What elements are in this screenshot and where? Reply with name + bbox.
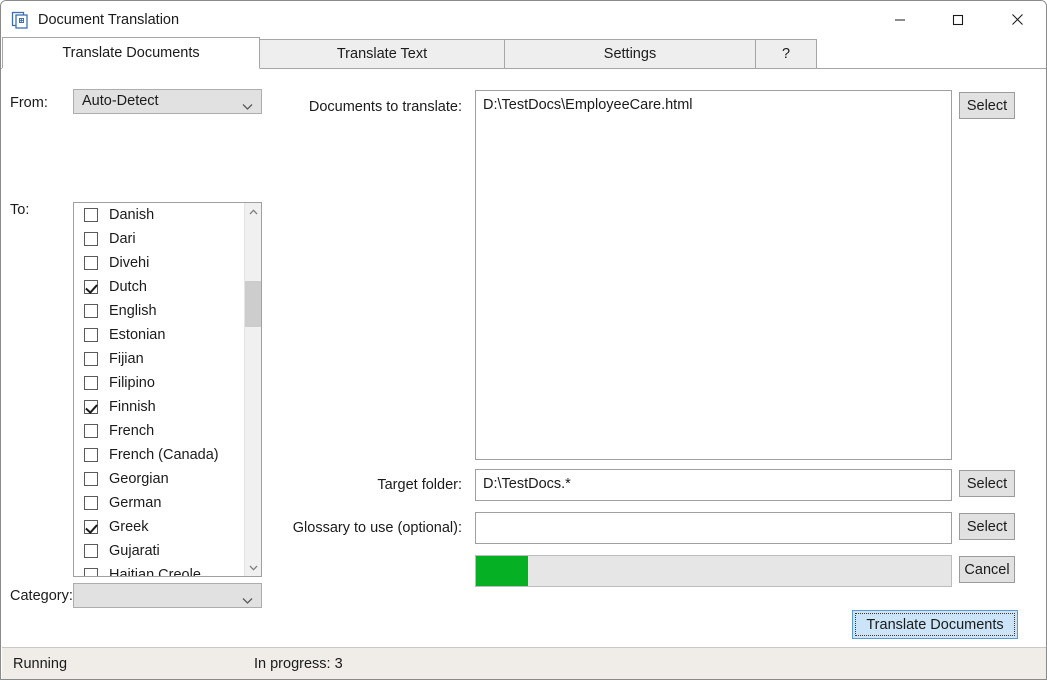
language-item[interactable]: French	[74, 419, 244, 443]
translation-progress-bar	[475, 555, 952, 587]
language-label: Greek	[109, 519, 149, 535]
language-item[interactable]: Estonian	[74, 323, 244, 347]
documents-listbox[interactable]: D:\TestDocs\EmployeeCare.html	[475, 90, 952, 460]
documents-label: Documents to translate:	[172, 99, 462, 115]
language-checkbox[interactable]	[84, 448, 98, 462]
language-label: Filipino	[109, 375, 155, 391]
language-item[interactable]: Gujarati	[74, 539, 244, 563]
language-item[interactable]: German	[74, 491, 244, 515]
language-checkbox[interactable]	[84, 472, 98, 486]
language-label: Estonian	[109, 327, 165, 343]
from-label: From:	[10, 95, 48, 111]
language-checkbox[interactable]	[84, 256, 98, 270]
tab-help[interactable]: ?	[755, 39, 817, 69]
category-select[interactable]	[73, 583, 262, 608]
tab-strip: Translate Documents Translate Text Setti…	[2, 39, 1047, 69]
documents-icon	[10, 10, 30, 30]
language-label: German	[109, 495, 161, 511]
scrollbar-thumb[interactable]	[245, 281, 262, 327]
target-folder-label: Target folder:	[172, 477, 462, 493]
language-label: Divehi	[109, 255, 149, 271]
language-item[interactable]: Filipino	[74, 371, 244, 395]
category-label: Category:	[10, 588, 73, 604]
language-checkbox[interactable]	[84, 568, 98, 577]
cancel-button[interactable]: Cancel	[959, 556, 1015, 583]
select-target-folder-button[interactable]: Select	[959, 470, 1015, 497]
language-item[interactable]: French (Canada)	[74, 443, 244, 467]
language-checkbox[interactable]	[84, 208, 98, 222]
glossary-input[interactable]	[475, 512, 952, 544]
language-item[interactable]: Finnish	[74, 395, 244, 419]
language-checkbox[interactable]	[84, 352, 98, 366]
translate-documents-pane: From: Auto-Detect To: Danish Dari Divehi Du…	[2, 69, 1047, 647]
window-title: Document Translation	[38, 10, 179, 30]
tab-translate-text[interactable]: Translate Text	[259, 39, 505, 69]
close-button[interactable]	[994, 1, 1040, 38]
language-label: Dutch	[109, 279, 147, 295]
language-label: Dari	[109, 231, 136, 247]
source-language-value: Auto-Detect	[82, 93, 159, 109]
scroll-down-icon[interactable]	[245, 559, 262, 576]
language-checkbox[interactable]	[84, 376, 98, 390]
document-path-item: D:\TestDocs\EmployeeCare.html	[483, 97, 693, 113]
chevron-down-icon	[242, 592, 253, 610]
language-item[interactable]: Dutch	[74, 275, 244, 299]
language-label: Gujarati	[109, 543, 160, 559]
to-label: To:	[10, 202, 29, 218]
language-label: Danish	[109, 207, 154, 223]
language-checkbox[interactable]	[84, 280, 98, 294]
language-checkbox[interactable]	[84, 304, 98, 318]
language-item[interactable]: Haitian Creole	[74, 563, 244, 577]
language-item[interactable]: Dari	[74, 227, 244, 251]
minimize-button[interactable]	[877, 1, 923, 38]
tab-translate-documents[interactable]: Translate Documents	[2, 37, 260, 69]
target-folder-value: D:\TestDocs.*	[483, 476, 571, 492]
language-checkbox[interactable]	[84, 544, 98, 558]
language-label: English	[109, 303, 157, 319]
language-item[interactable]: Fijian	[74, 347, 244, 371]
select-glossary-button[interactable]: Select	[959, 513, 1015, 540]
language-item[interactable]: Danish	[74, 203, 244, 227]
glossary-label: Glossary to use (optional):	[172, 520, 462, 536]
language-checkbox[interactable]	[84, 400, 98, 414]
select-documents-button[interactable]: Select	[959, 92, 1015, 119]
title-bar: Document Translation	[1, 1, 1047, 39]
active-tab-bleed	[2, 68, 258, 70]
scroll-up-icon[interactable]	[245, 203, 262, 220]
status-in-progress: In progress: 3	[254, 656, 343, 672]
language-checkbox[interactable]	[84, 232, 98, 246]
language-checkbox[interactable]	[84, 328, 98, 342]
maximize-button[interactable]	[935, 1, 981, 38]
language-label: Georgian	[109, 471, 169, 487]
document-translation-window: Document Translation Translate Documents…	[0, 0, 1047, 680]
language-checkbox[interactable]	[84, 520, 98, 534]
target-folder-input[interactable]: D:\TestDocs.*	[475, 469, 952, 501]
language-label: Haitian Creole	[109, 567, 201, 577]
language-checkbox[interactable]	[84, 496, 98, 510]
language-checkbox[interactable]	[84, 424, 98, 438]
translate-documents-button[interactable]: Translate Documents	[852, 610, 1018, 639]
language-label: French (Canada)	[109, 447, 219, 463]
tab-settings[interactable]: Settings	[504, 39, 756, 69]
language-item[interactable]: Divehi	[74, 251, 244, 275]
language-item[interactable]: English	[74, 299, 244, 323]
progress-fill	[476, 556, 528, 586]
translate-documents-button-label: Translate Documents	[855, 613, 1015, 636]
language-label: French	[109, 423, 154, 439]
language-label: Finnish	[109, 399, 156, 415]
status-bar: Running In progress: 3	[2, 647, 1047, 680]
status-state: Running	[13, 656, 67, 672]
language-label: Fijian	[109, 351, 144, 367]
